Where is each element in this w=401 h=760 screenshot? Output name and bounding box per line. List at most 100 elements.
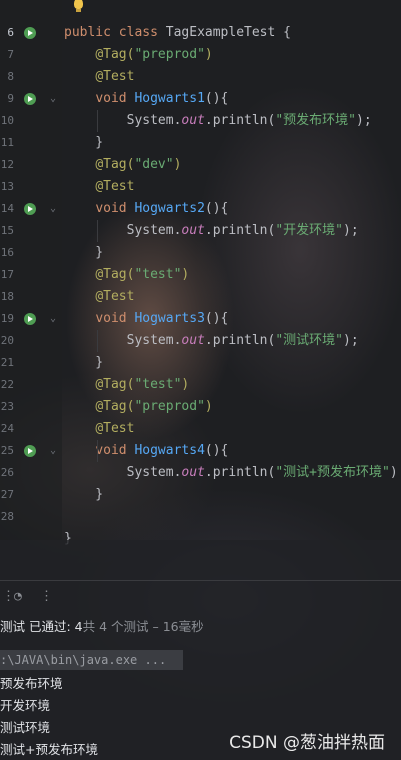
code-token: } — [64, 245, 104, 260]
summary-label: 测试 已通过: — [0, 619, 75, 634]
code-token: Hogwarts2 — [134, 201, 205, 216]
line-number: 13 — [0, 180, 14, 193]
code-text: @Test — [64, 176, 134, 198]
summary-rest: 共 4 个测试 – 16毫秒 — [82, 619, 204, 634]
code-line[interactable]: 28 — [0, 506, 401, 528]
fold-chevron-icon[interactable]: ⌄ — [50, 440, 56, 462]
watermark: CSDN @葱油拌热面 — [229, 733, 385, 753]
code-token: void — [95, 443, 135, 458]
code-line[interactable]: 11 } — [0, 132, 401, 154]
code-token: @Test — [95, 179, 135, 194]
fold-chevron-icon[interactable]: ⌄ — [50, 88, 56, 110]
output-line: 开发环境 — [0, 698, 51, 713]
more-icon[interactable]: ⋮ — [40, 589, 53, 604]
code-token: "test" — [134, 377, 182, 392]
code-line[interactable]: 17 @Tag("test") — [0, 264, 401, 286]
code-text: System.out.println("开发环境"); — [64, 220, 359, 242]
code-token: ) — [204, 47, 213, 62]
code-line[interactable]: 13 @Test — [0, 176, 401, 198]
code-line[interactable]: 26 System.out.println("测试+预发布环境") — [0, 462, 401, 484]
code-token: .println( — [204, 465, 276, 480]
line-number: 20 — [0, 334, 14, 347]
code-token: Hogwarts1 — [134, 91, 205, 106]
code-token: out — [181, 333, 205, 348]
run-test-icon[interactable] — [24, 445, 36, 457]
code-line[interactable]: 18 @Test — [0, 286, 401, 308]
code-line[interactable]: 10 System.out.println("预发布环境"); — [0, 110, 401, 132]
code-token: System. — [64, 465, 182, 480]
code-line[interactable]: 25 ⌄ void Hogwarts4(){ — [0, 440, 401, 462]
command-line[interactable]: :\JAVA\bin\java.exe ... — [0, 650, 183, 670]
code-line[interactable]: 21 } — [0, 352, 401, 374]
code-token: Hogwarts3 — [134, 311, 205, 326]
code-token: "测试+预发布环境" — [275, 465, 390, 480]
code-token: "预发布环境" — [275, 113, 356, 128]
code-line[interactable]: 23 @Tag("preprod") — [0, 396, 401, 418]
code-line[interactable]: 16 } — [0, 242, 401, 264]
code-token: out — [181, 113, 205, 128]
code-text: @Tag("preprod") — [64, 44, 213, 66]
line-number: 26 — [0, 466, 14, 479]
run-test-icon[interactable] — [24, 27, 36, 39]
code-line[interactable]: 14 ⌄ void Hogwarts2(){ — [0, 198, 401, 220]
code-token: } — [64, 135, 104, 150]
code-line[interactable]: 15 System.out.println("开发环境"); — [0, 220, 401, 242]
line-number: 12 — [0, 158, 14, 171]
code-text: System.out.println("测试环境"); — [64, 330, 359, 352]
fold-chevron-icon[interactable]: ⌄ — [50, 308, 56, 330]
line-number: 22 — [0, 378, 14, 391]
code-line[interactable]: 7 @Tag("preprod") — [0, 44, 401, 66]
code-token: (){ — [204, 201, 229, 216]
run-test-icon[interactable] — [24, 203, 36, 215]
code-token: @Test — [95, 69, 135, 84]
fold-chevron-icon[interactable]: ⌄ — [50, 198, 56, 220]
code-token: @Tag( — [95, 377, 135, 392]
code-text: } — [64, 132, 103, 154]
line-number: 28 — [0, 510, 14, 523]
code-text: @Tag("test") — [64, 264, 189, 286]
line-number: 19 — [0, 312, 14, 325]
run-test-icon[interactable] — [24, 313, 36, 325]
code-line[interactable]: 8 @Test — [0, 66, 401, 88]
line-number: 7 — [7, 48, 14, 61]
code-token: void — [95, 201, 135, 216]
code-line[interactable]: 6 public class TagExampleTest { — [0, 22, 401, 44]
code-token: "dev" — [134, 157, 174, 172]
code-token: ) — [389, 465, 398, 480]
code-token: @Test — [95, 289, 135, 304]
line-number: 14 — [0, 202, 14, 215]
code-token: @Tag( — [95, 399, 135, 414]
code-text: } — [64, 484, 103, 506]
code-token: out — [181, 465, 205, 480]
code-line[interactable]: 12 @Tag("dev") — [0, 154, 401, 176]
code-line[interactable]: 27 } — [0, 484, 401, 506]
line-number: 9 — [7, 92, 14, 105]
code-text: void Hogwarts4(){ — [64, 440, 228, 462]
stop-icon[interactable]: ◔ — [14, 589, 22, 604]
code-text: System.out.println("预发布环境"); — [64, 110, 372, 132]
code-token: "test" — [134, 267, 182, 282]
code-line[interactable]: 24 @Test — [0, 418, 401, 440]
output-line: 预发布环境 — [0, 676, 63, 691]
line-number: 17 — [0, 268, 14, 281]
code-token: .println( — [204, 223, 276, 238]
run-test-icon[interactable] — [24, 93, 36, 105]
code-token: ); — [356, 113, 372, 128]
code-line[interactable]: 20 System.out.println("测试环境"); — [0, 330, 401, 352]
code-token: "preprod" — [134, 399, 205, 414]
code-text: void Hogwarts1(){ — [64, 88, 228, 110]
bulb-icon[interactable] — [74, 0, 83, 12]
code-line[interactable]: 9 ⌄ void Hogwarts1(){ — [0, 88, 401, 110]
code-token: ); — [343, 333, 359, 348]
code-token: @Test — [95, 421, 135, 436]
line-number: 18 — [0, 290, 14, 303]
code-line[interactable]: 22 @Tag("test") — [0, 374, 401, 396]
code-line[interactable]: 19 ⌄ void Hogwarts3(){ — [0, 308, 401, 330]
